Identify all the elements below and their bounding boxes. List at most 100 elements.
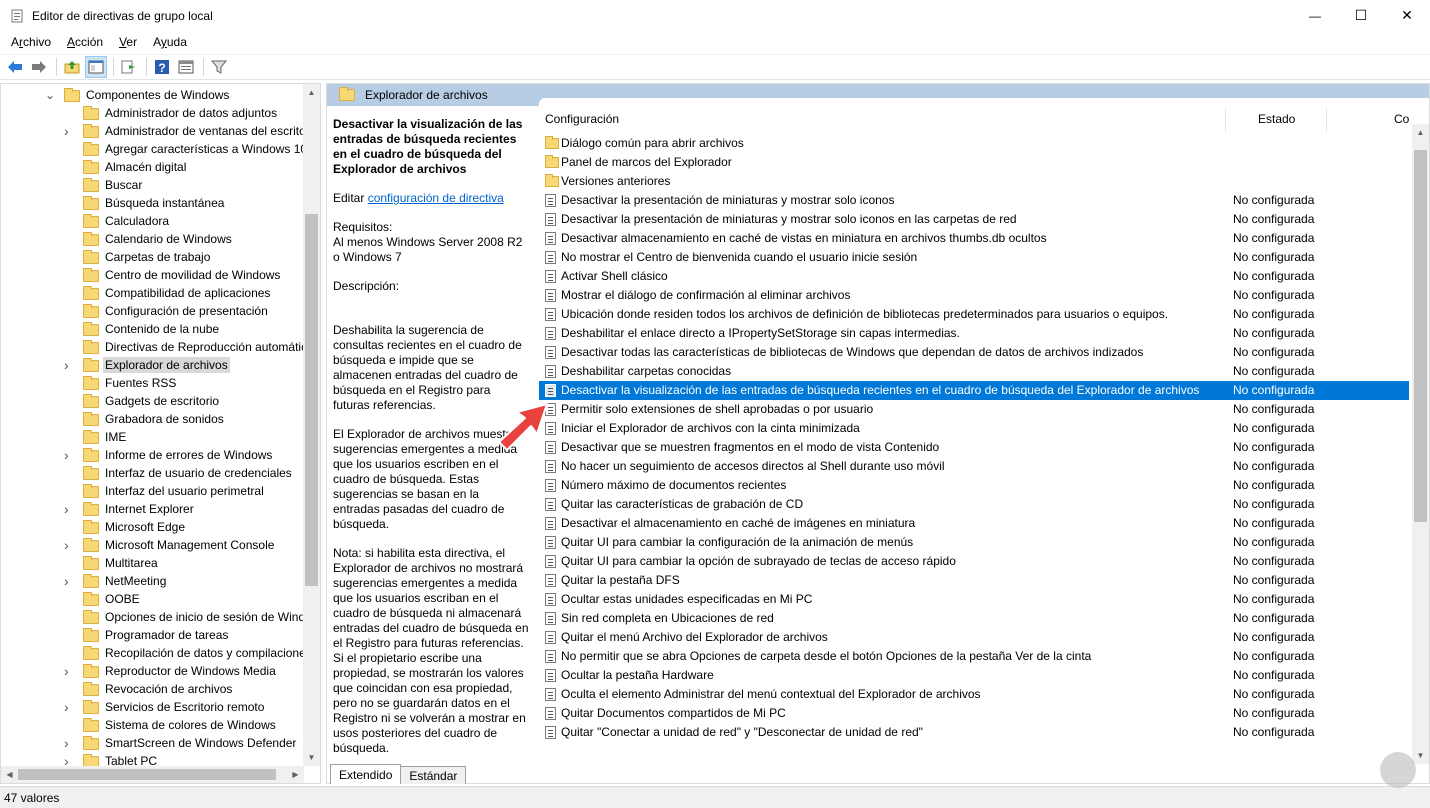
policy-row[interactable]: No mostrar el Centro de bienvenida cuand… — [539, 248, 1409, 267]
tab-extendido[interactable]: Extendido — [330, 764, 402, 784]
policy-row[interactable]: Oculta el elemento Administrar del menú … — [539, 685, 1409, 704]
chevron-right-icon[interactable]: › — [64, 664, 74, 678]
column-divider[interactable] — [1326, 108, 1327, 132]
tree-item[interactable]: Gadgets de escritorio — [1, 392, 305, 410]
policy-row[interactable]: Quitar "Conectar a unidad de red" y "Des… — [539, 723, 1409, 742]
tree-item[interactable]: › Informe de errores de Windows — [1, 446, 305, 464]
up-level-button[interactable] — [61, 56, 83, 78]
column-header-state[interactable]: Estado — [1258, 108, 1295, 130]
policy-row[interactable]: Desactivar que se muestren fragmentos en… — [539, 438, 1409, 457]
tree-item[interactable]: Calendario de Windows — [1, 230, 305, 248]
chevron-right-icon[interactable]: › — [64, 700, 74, 714]
policy-row[interactable]: Desactivar la presentación de miniaturas… — [539, 210, 1409, 229]
back-button[interactable] — [4, 56, 26, 78]
policy-row[interactable]: Permitir solo extensiones de shell aprob… — [539, 400, 1409, 419]
tree-item[interactable]: Búsqueda instantánea — [1, 194, 305, 212]
policy-row[interactable]: Mostrar el diálogo de confirmación al el… — [539, 286, 1409, 305]
tree-item[interactable]: Directivas de Reproducción automátic — [1, 338, 307, 356]
tree-item[interactable]: › Internet Explorer — [1, 500, 305, 518]
policy-row[interactable]: No hacer un seguimiento de accesos direc… — [539, 457, 1409, 476]
scroll-up-icon[interactable]: ▲ — [303, 84, 320, 101]
tree-item[interactable]: Opciones de inicio de sesión de Windo — [1, 608, 312, 626]
column-header-comment[interactable]: Co — [1394, 108, 1409, 130]
policy-row[interactable]: Ubicación donde residen todos los archiv… — [539, 305, 1409, 324]
tree-item[interactable]: › Microsoft Management Console — [1, 536, 305, 554]
tree-item[interactable]: Grabadora de sonidos — [1, 410, 305, 428]
policy-row[interactable]: Deshabilitar el enlace directo a IProper… — [539, 324, 1409, 343]
tree-item[interactable]: Compatibilidad de aplicaciones — [1, 284, 305, 302]
tree-item[interactable]: › Administrador de ventanas del escrito — [1, 122, 306, 140]
tab-estandar[interactable]: Estándar — [400, 766, 467, 784]
tree-item[interactable]: Interfaz de usuario de credenciales — [1, 464, 305, 482]
policy-row[interactable]: Número máximo de documentos recientes No … — [539, 476, 1409, 495]
policy-row[interactable]: Desactivar la visualización de las entra… — [539, 381, 1409, 400]
chevron-right-icon[interactable]: › — [64, 574, 74, 588]
tree-pane[interactable]: ⌄ Componentes de Windows Administrador de … — [0, 83, 321, 784]
tree-item[interactable]: Administrador de datos adjuntos — [1, 104, 305, 122]
tree-vertical-scrollbar[interactable]: ▲ ▼ — [303, 84, 320, 766]
policy-row[interactable]: Quitar UI para cambiar la configuración … — [539, 533, 1409, 552]
scroll-down-icon[interactable]: ▼ — [303, 749, 320, 766]
tree-item[interactable]: Recopilación de datos y compilacione — [1, 644, 306, 662]
policy-row[interactable]: No permitir que se abra Opciones de carp… — [539, 647, 1409, 666]
chevron-right-icon[interactable]: › — [64, 502, 74, 516]
policy-row[interactable]: Desactivar todas las características de … — [539, 343, 1409, 362]
policy-row[interactable]: Sin red completa en Ubicaciones de red No… — [539, 609, 1409, 628]
export-list-button[interactable] — [118, 56, 140, 78]
chevron-right-icon[interactable]: › — [64, 736, 74, 750]
policy-row[interactable]: Quitar UI para cambiar la opción de subr… — [539, 552, 1409, 571]
menu-archivo[interactable]: Archivo — [3, 35, 59, 49]
maximize-button[interactable]: ☐ — [1338, 0, 1384, 31]
show-hide-tree-button[interactable] — [85, 56, 107, 78]
scroll-thumb[interactable] — [305, 214, 318, 586]
folder-row[interactable]: Versiones anteriores — [539, 172, 1409, 191]
list-vertical-scrollbar[interactable]: ▲ ▼ — [1412, 124, 1429, 764]
scroll-down-icon[interactable]: ▼ — [1412, 747, 1429, 764]
tree-item[interactable]: › Servicios de Escritorio remoto — [1, 698, 305, 716]
folder-row[interactable]: Diálogo común para abrir archivos — [539, 134, 1409, 153]
tree-item[interactable]: › SmartScreen de Windows Defender — [1, 734, 305, 752]
tree-item[interactable]: Buscar — [1, 176, 305, 194]
policy-row[interactable]: Ocultar estas unidades especificadas en … — [539, 590, 1409, 609]
tree-item[interactable]: Multitarea — [1, 554, 305, 572]
menu-ver[interactable]: Ver — [111, 35, 145, 49]
properties-button[interactable] — [175, 56, 197, 78]
chevron-right-icon[interactable]: › — [64, 538, 74, 552]
tree-item[interactable]: Almacén digital — [1, 158, 305, 176]
tree-item[interactable]: Interfaz del usuario perimetral — [1, 482, 305, 500]
scroll-right-icon[interactable]: ▶ — [287, 766, 304, 783]
policy-row[interactable]: Desactivar el almacenamiento en caché de… — [539, 514, 1409, 533]
tree-item[interactable]: › Reproductor de Windows Media — [1, 662, 305, 680]
scroll-left-icon[interactable]: ◀ — [1, 766, 18, 783]
folder-row[interactable]: Panel de marcos del Explorador — [539, 153, 1409, 172]
tree-item[interactable]: Contenido de la nube — [1, 320, 305, 338]
policy-row[interactable]: Quitar la pestaña DFS No configurada — [539, 571, 1409, 590]
policy-row[interactable]: Quitar Documentos compartidos de Mi PC No… — [539, 704, 1409, 723]
menu-ayuda[interactable]: Ayuda — [145, 35, 195, 49]
policy-row[interactable]: Ocultar la pestaña Hardware No configurad… — [539, 666, 1409, 685]
tree-item[interactable]: ⌄ Componentes de Windows — [1, 86, 305, 104]
chevron-right-icon[interactable]: › — [64, 448, 74, 462]
chevron-right-icon[interactable]: › — [64, 754, 74, 768]
tree-item[interactable]: OOBE — [1, 590, 305, 608]
chevron-right-icon[interactable]: › — [64, 358, 74, 372]
scroll-thumb[interactable] — [1414, 150, 1427, 522]
column-divider[interactable] — [1225, 108, 1226, 132]
forward-button[interactable] — [28, 56, 50, 78]
close-button[interactable]: ✕ — [1384, 0, 1430, 31]
policy-row[interactable]: Quitar el menú Archivo del Explorador de… — [539, 628, 1409, 647]
policy-row[interactable]: Activar Shell clásico No configurada — [539, 267, 1409, 286]
chevron-right-icon[interactable]: › — [64, 124, 74, 138]
tree-item[interactable]: Calculadora — [1, 212, 305, 230]
edit-policy-link[interactable]: configuración de directiva — [368, 191, 504, 205]
tree-item[interactable]: IME — [1, 428, 305, 446]
tree-item[interactable]: Fuentes RSS — [1, 374, 305, 392]
help-button[interactable]: ? — [151, 56, 173, 78]
tree-item[interactable]: Programador de tareas — [1, 626, 305, 644]
tree-item[interactable]: › NetMeeting — [1, 572, 305, 590]
tree-item[interactable]: Centro de movilidad de Windows — [1, 266, 305, 284]
policy-row[interactable]: Deshabilitar carpetas conocidas No config… — [539, 362, 1409, 381]
tree-item[interactable]: Revocación de archivos — [1, 680, 305, 698]
tree-item[interactable]: Configuración de presentación — [1, 302, 305, 320]
policy-row[interactable]: Desactivar la presentación de miniaturas… — [539, 191, 1409, 210]
